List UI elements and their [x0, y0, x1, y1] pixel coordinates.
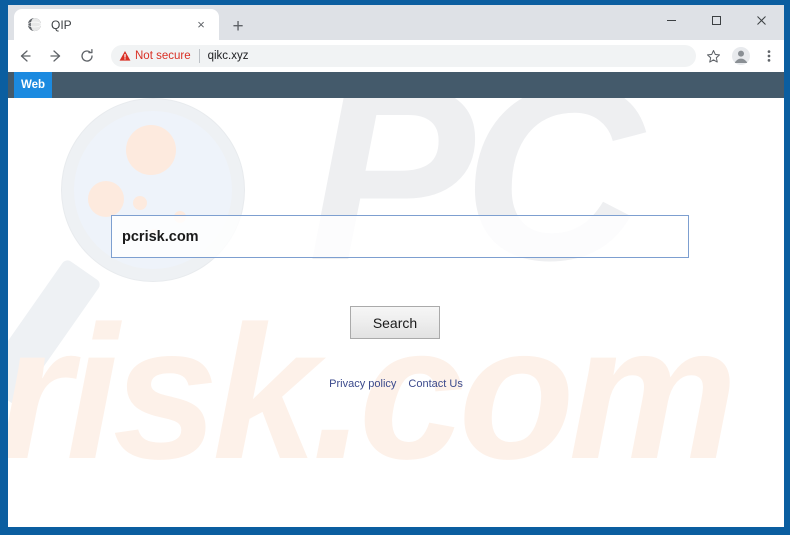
address-bar[interactable]: Not secure qikc.xyz — [111, 45, 696, 67]
minimize-button[interactable] — [649, 5, 694, 35]
nav-tab-web[interactable]: Web — [14, 72, 52, 98]
page-viewport: Web PC risk.com pcrisk.com Search Privac… — [8, 72, 784, 527]
forward-icon[interactable] — [42, 42, 70, 70]
url-text: qikc.xyz — [207, 50, 249, 62]
search-input[interactable]: pcrisk.com — [111, 215, 689, 258]
bookmark-star-icon[interactable] — [700, 43, 726, 69]
security-status-label: Not secure — [135, 50, 191, 62]
browser-toolbar: Not secure qikc.xyz — [8, 40, 784, 72]
page-content: pcrisk.com Search Privacy policy Contact… — [8, 98, 784, 527]
warning-triangle-icon — [119, 50, 131, 62]
browser-shell: QIP × + Not secure qikc.xyz Web PC risk.… — [8, 5, 784, 527]
browser-window-frame: QIP × + Not secure qikc.xyz Web PC risk.… — [0, 0, 790, 535]
maximize-button[interactable] — [694, 5, 739, 35]
close-icon[interactable]: × — [193, 17, 209, 33]
browser-tab-title: QIP — [51, 17, 72, 32]
footer-links: Privacy policy Contact Us — [8, 378, 784, 390]
profile-avatar-icon[interactable] — [728, 43, 754, 69]
privacy-policy-link[interactable]: Privacy policy — [329, 378, 396, 390]
globe-icon — [26, 17, 42, 33]
contact-us-link[interactable]: Contact Us — [408, 378, 462, 390]
browser-tab[interactable]: QIP × — [14, 9, 219, 40]
search-button[interactable]: Search — [350, 306, 440, 339]
reload-icon[interactable] — [73, 42, 101, 70]
omnibox-divider — [198, 49, 200, 63]
back-icon[interactable] — [11, 42, 39, 70]
window-controls — [649, 5, 784, 35]
tab-strip: QIP × + — [8, 5, 784, 40]
chrome-menu-icon[interactable] — [756, 43, 782, 69]
site-navbar: Web — [8, 72, 784, 98]
new-tab-button[interactable]: + — [226, 14, 250, 38]
search-input-value: pcrisk.com — [122, 228, 199, 245]
close-window-button[interactable] — [739, 5, 784, 35]
